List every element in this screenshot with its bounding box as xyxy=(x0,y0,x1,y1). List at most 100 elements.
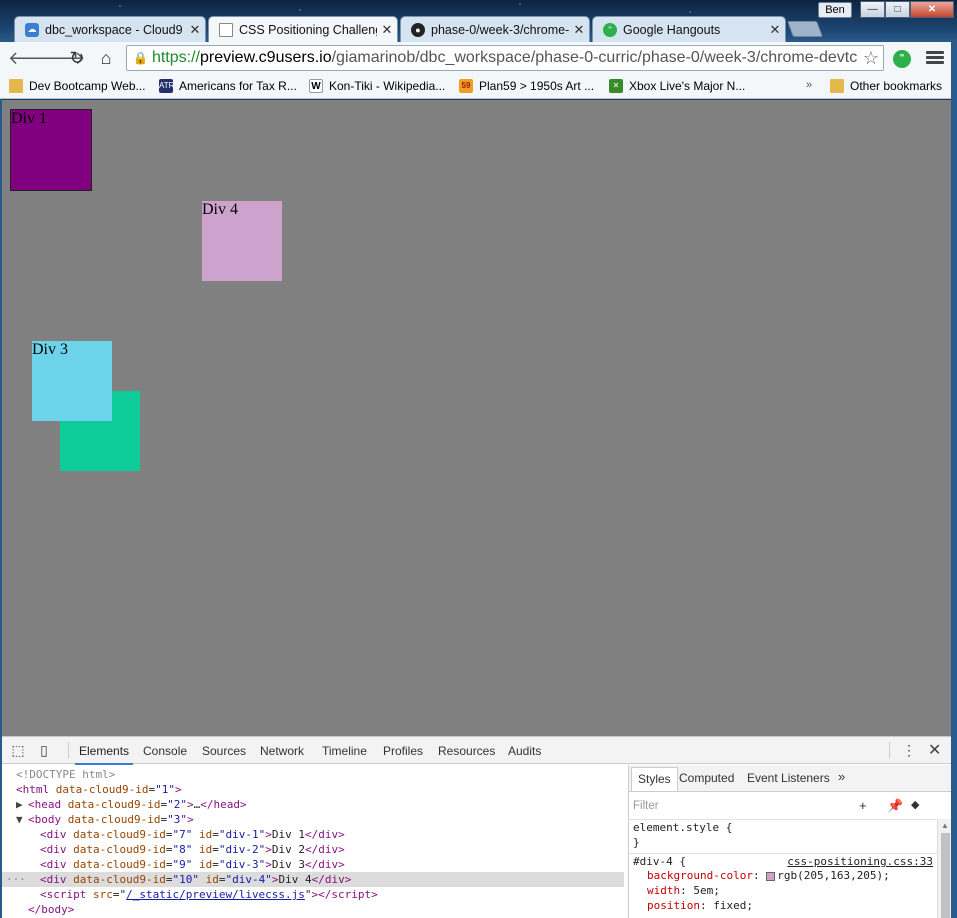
close-window-button[interactable]: ✕ xyxy=(910,1,954,18)
dom-line-head[interactable]: ▶ <head data-cloud9-id="2">…</head> xyxy=(2,797,624,812)
tab-network[interactable]: Network xyxy=(260,744,304,758)
bookmark-kon-tiki[interactable]: W Kon-Tiki - Wikipedia... xyxy=(309,79,445,93)
dom-line-div-3[interactable]: <div data-cloud9-id="9" id="div-3">Div 3… xyxy=(2,857,624,872)
dom-line-script[interactable]: <script src="/_static/preview/livecss.js… xyxy=(2,887,624,902)
bookmark-label: Americans for Tax R... xyxy=(179,79,297,93)
back-arrow-icon[interactable]: 🡐 xyxy=(8,48,56,68)
tab-github[interactable]: ● phase-0/week-3/chrome-d ✕ xyxy=(400,16,590,42)
new-style-rule-icon[interactable]: + xyxy=(859,798,867,813)
tab-title: dbc_workspace - Cloud9 xyxy=(45,22,183,37)
profile-button[interactable]: Ben xyxy=(818,2,852,18)
minimize-button[interactable]: — xyxy=(860,1,885,18)
tab-computed[interactable]: Computed xyxy=(679,771,734,785)
new-tab-button[interactable] xyxy=(787,21,823,37)
home-icon[interactable]: ⌂ xyxy=(95,48,117,68)
dom-line-div-2[interactable]: <div data-cloud9-id="8" id="div-2">Div 2… xyxy=(2,842,624,857)
toggle-element-state-icon[interactable]: 📌 xyxy=(887,798,903,814)
close-devtools-icon[interactable]: ✕ xyxy=(928,740,941,760)
more-tabs-chevron-icon[interactable]: » xyxy=(838,769,845,784)
tab-styles[interactable]: Styles xyxy=(631,767,678,791)
tab-cloud9[interactable]: ☁ dbc_workspace - Cloud9 ✕ xyxy=(14,16,206,42)
xbox-icon: ✕ xyxy=(609,79,623,93)
close-tab-icon[interactable]: ✕ xyxy=(765,22,785,38)
div-1: Div 1 xyxy=(10,109,92,191)
hangouts-icon: " xyxy=(603,22,617,37)
close-tab-icon[interactable]: ✕ xyxy=(569,22,589,38)
devtools-menu-icon[interactable]: ⋮ xyxy=(902,742,916,759)
bookmark-xbox-live[interactable]: ✕ Xbox Live's Major N... xyxy=(609,79,745,93)
url-scheme: https:// xyxy=(151,49,200,66)
tab-profiles[interactable]: Profiles xyxy=(383,744,423,758)
tab-event-listeners[interactable]: Event Listeners xyxy=(747,771,830,785)
prop-width[interactable]: width: 5em; xyxy=(629,883,937,898)
bookmark-star-icon[interactable]: ☆ xyxy=(862,48,879,69)
close-tab-icon[interactable]: ✕ xyxy=(377,22,397,38)
scrollbar-thumb[interactable] xyxy=(941,833,950,918)
reload-icon[interactable]: ↻ xyxy=(66,48,88,68)
window-titlebar: ☁ dbc_workspace - Cloud9 ✕ CSS Positioni… xyxy=(0,0,957,42)
bookmark-plan59[interactable]: 59 Plan59 > 1950s Art ... xyxy=(459,79,594,93)
chrome-menu-icon[interactable] xyxy=(926,49,944,67)
folder-icon xyxy=(830,79,844,93)
styles-scrollbar[interactable]: ▲ xyxy=(937,819,951,918)
tab-title: CSS Positioning Challenge xyxy=(239,22,377,37)
script-src-link[interactable]: /_static/preview/livecss.js xyxy=(126,888,305,901)
prop-background-color[interactable]: background-color: rgb(205,163,205); xyxy=(629,868,937,883)
rule-close-brace: } xyxy=(633,836,640,849)
styles-filter-input[interactable]: Filter xyxy=(633,800,659,812)
dom-line-div-1[interactable]: <div data-cloud9-id="7" id="div-1">Div 1… xyxy=(2,827,624,842)
bookmark-americans-for-tax[interactable]: ATR Americans for Tax R... xyxy=(159,79,297,93)
maximize-button[interactable]: □ xyxy=(885,1,910,18)
div-4-rule-selector[interactable]: #div-4 { css-positioning.css:33 xyxy=(629,853,937,868)
color-format-icon[interactable]: ◆ xyxy=(911,798,919,811)
tab-sources[interactable]: Sources xyxy=(202,744,246,758)
tab-console[interactable]: Console xyxy=(143,744,187,758)
forward-arrow-icon[interactable]: 🡒 xyxy=(37,48,85,68)
address-bar[interactable]: 🔒 https:// preview.c9users.io /giamarino… xyxy=(126,45,884,71)
color-swatch[interactable] xyxy=(766,871,776,881)
atr-icon: ATR xyxy=(159,79,174,93)
collapse-triangle-icon[interactable]: ▼ xyxy=(16,812,28,827)
dom-line-html[interactable]: <html data-cloud9-id="1"> xyxy=(2,782,624,797)
tab-elements[interactable]: Elements xyxy=(74,744,134,765)
div-4: Div 4 xyxy=(202,201,282,281)
devtools-tabbar: ⬚ ▯ Elements Console Sources Network Tim… xyxy=(2,737,951,765)
dom-line-doctype[interactable]: <!DOCTYPE html> xyxy=(2,767,624,782)
prop-position[interactable]: position: fixed; xyxy=(629,898,937,913)
styles-rules: element.style { } #div-4 { css-positioni… xyxy=(629,819,937,913)
tab-title: Google Hangouts xyxy=(623,22,721,37)
bookmark-label: Other bookmarks xyxy=(850,79,943,93)
close-tab-icon[interactable]: ✕ xyxy=(185,22,205,38)
bookmark-label: Xbox Live's Major N... xyxy=(629,79,746,93)
tab-audits[interactable]: Audits xyxy=(508,744,541,758)
more-actions-icon[interactable]: ··· xyxy=(6,872,26,887)
bookmarks-bar: Dev Bootcamp Web... ATR Americans for Ta… xyxy=(0,74,957,99)
div-3: Div 3 xyxy=(32,341,112,421)
bookmark-other[interactable]: Other bookmarks xyxy=(830,79,942,93)
tab-title: phase-0/week-3/chrome-d xyxy=(431,22,569,37)
dom-line-body[interactable]: ▼ <body data-cloud9-id="3"> xyxy=(2,812,624,827)
url-host: preview.c9users.io xyxy=(199,49,332,66)
plan59-icon: 59 xyxy=(459,79,473,93)
bookmark-dev-bootcamp[interactable]: Dev Bootcamp Web... xyxy=(9,79,146,93)
device-mode-icon[interactable]: ▯ xyxy=(36,742,52,758)
url-path: /giamarinob/dbc_workspace/phase-0-curric… xyxy=(331,49,858,66)
dom-tree[interactable]: <!DOCTYPE html> <html data-cloud9-id="1"… xyxy=(2,765,624,918)
tab-resources[interactable]: Resources xyxy=(438,744,495,758)
expand-triangle-icon[interactable]: ▶ xyxy=(16,797,28,812)
tab-css-positioning[interactable]: CSS Positioning Challenge ✕ xyxy=(208,16,398,42)
element-style-rule[interactable]: element.style { xyxy=(629,820,937,835)
dom-line-body-close[interactable]: </body> xyxy=(2,902,624,917)
tab-google-hangouts[interactable]: " Google Hangouts ✕ xyxy=(592,16,786,42)
lock-icon: 🔒 xyxy=(133,51,148,65)
page-viewport: Div 1 Div 4 Div 3 xyxy=(2,100,951,736)
more-bookmarks-chevron-icon[interactable]: » xyxy=(806,79,812,91)
folder-icon xyxy=(9,79,23,93)
scroll-up-arrow-icon[interactable]: ▲ xyxy=(941,821,949,830)
bookmark-label: Dev Bootcamp Web... xyxy=(29,79,146,93)
inspect-element-icon[interactable]: ⬚ xyxy=(10,742,26,758)
dom-line-div-4-selected[interactable]: ··· <div data-cloud9-id="10" id="div-4">… xyxy=(2,872,624,887)
css-source-link[interactable]: css-positioning.css:33 xyxy=(787,854,933,869)
tab-timeline[interactable]: Timeline xyxy=(322,744,367,758)
hangouts-extension-icon[interactable]: " xyxy=(893,50,911,68)
